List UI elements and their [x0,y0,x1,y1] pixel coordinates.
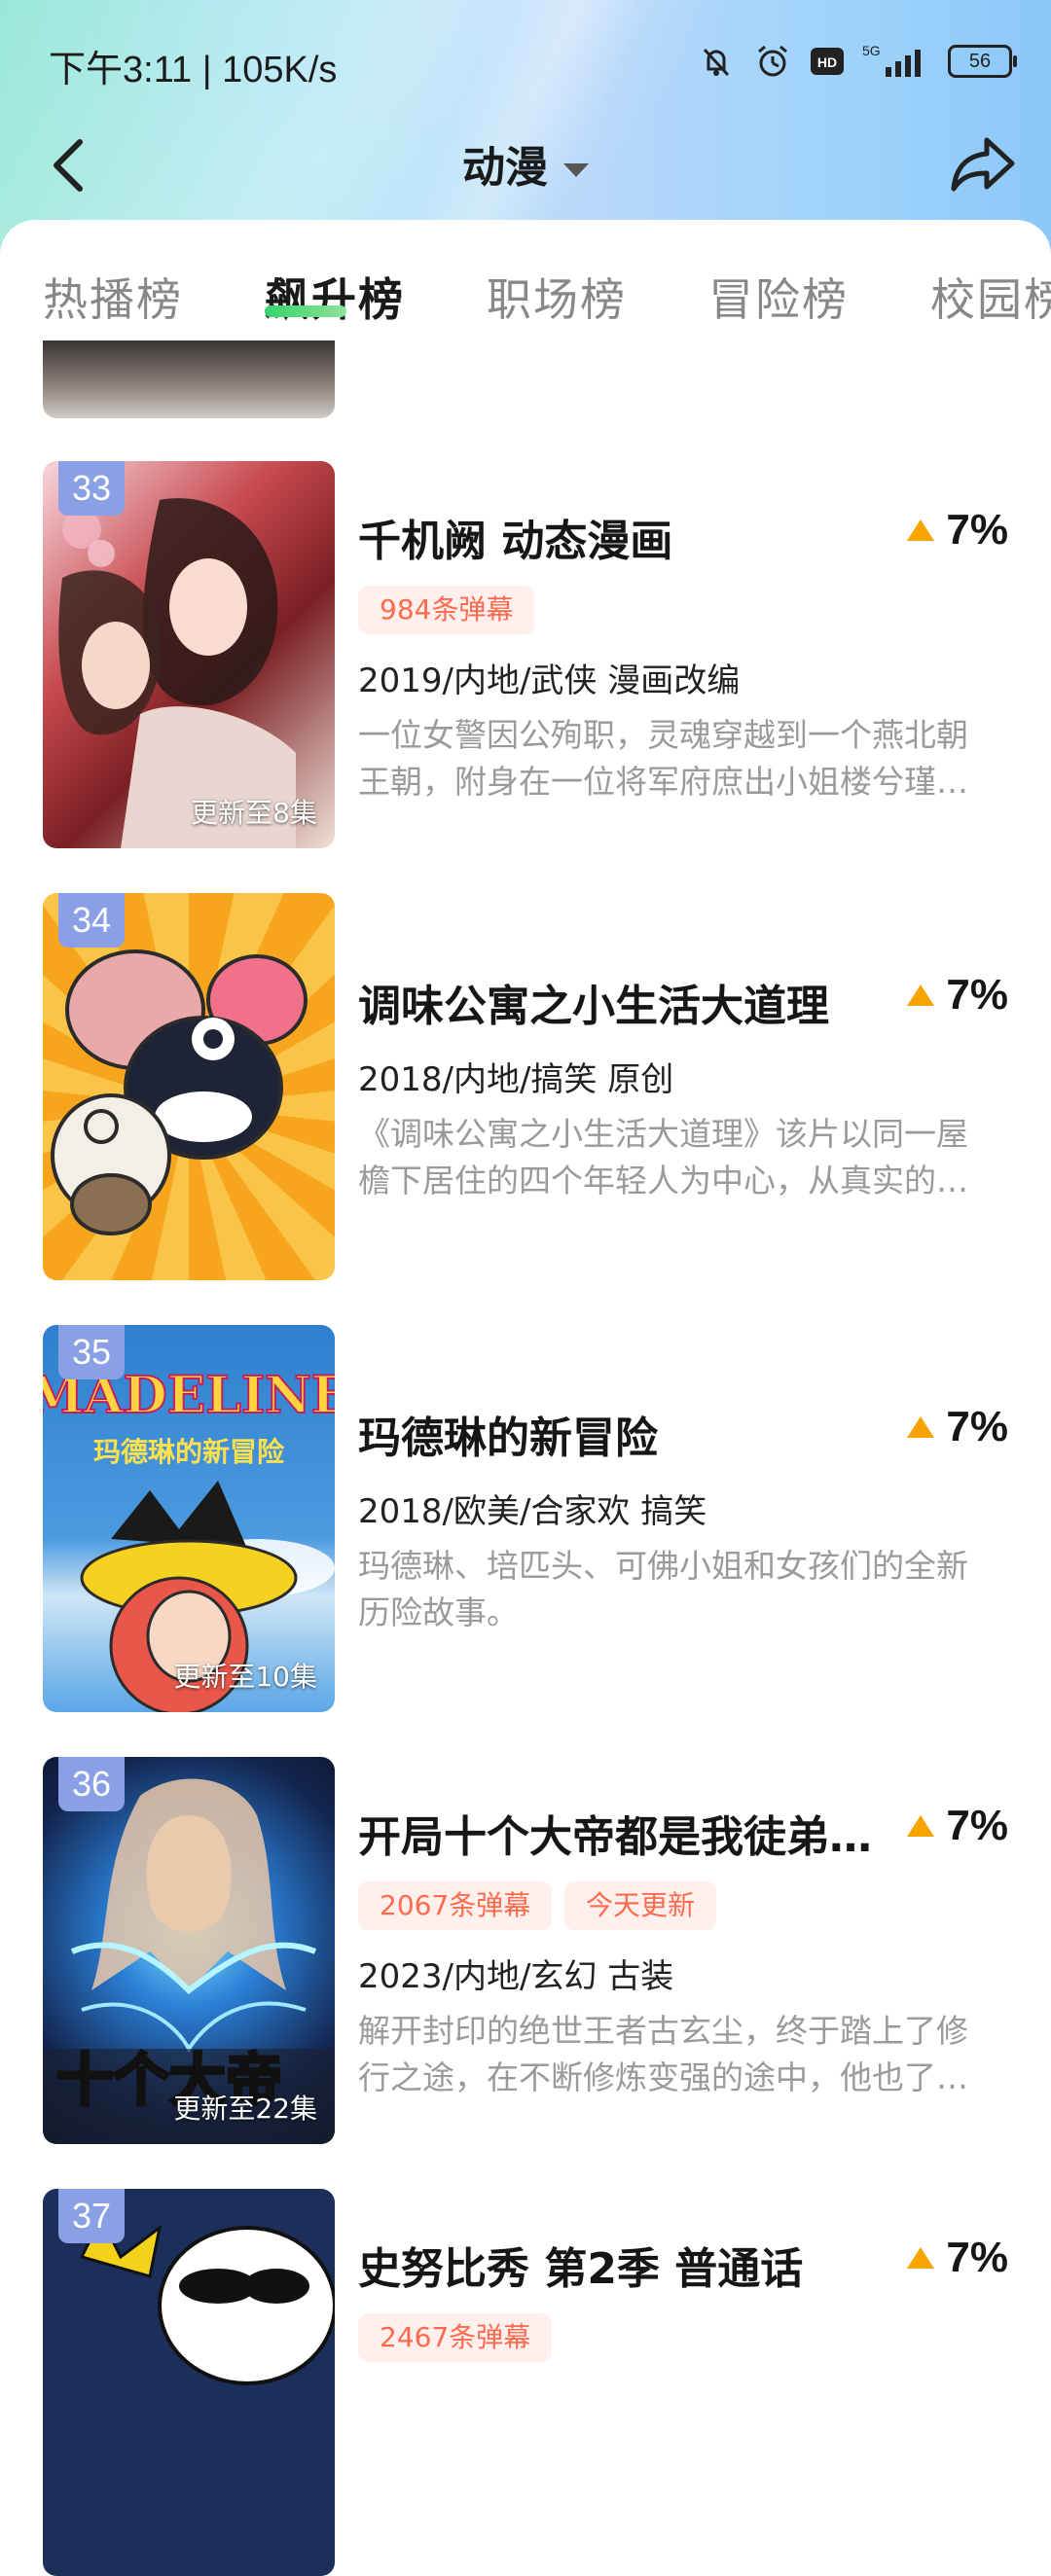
description-line: 一位女警因公殉职，灵魂穿越到一个燕北朝 [358,716,968,754]
previous-item-cover[interactable] [43,340,335,418]
share-icon [951,137,1015,192]
description-line: 玛德琳、培匹头、可佛小姐和女孩们的全新 [358,1547,968,1585]
trend-indicator: 7% [907,971,1008,1020]
trend-up-icon [907,984,935,1006]
trend-value: 7% [946,1403,1008,1450]
item-title: 史努比秀 第2季 普通话 [358,2244,804,2294]
item-description: 解开封印的绝世王者古玄尘，终于踏上了修 行之途，在不断修炼变强的途中，他也了… [358,2008,1008,2101]
item-meta: 2019/内地/武侠 漫画改编 [358,662,741,700]
trend-up-icon [907,519,935,541]
trend-up-icon [907,2247,935,2269]
item-meta: 2023/内地/玄幻 古装 [358,1957,674,1996]
tab-adventure[interactable]: 冒险榜 [708,265,849,329]
trend-indicator: 7% [907,506,1008,555]
rank-badge: 36 [58,1757,125,1811]
active-tab-indicator [265,305,346,317]
item-description: 一位女警因公殉职，灵魂穿越到一个燕北朝 王朝，附身在一位将军府庶出小姐楼兮瑾… [358,712,1008,805]
description-line: 王朝，附身在一位将军府庶出小姐楼兮瑾… [358,763,968,801]
ranking-tabs: 热播榜 飙升榜 职场榜 冒险榜 校园榜 [0,220,1051,346]
trend-up-icon [907,1815,935,1837]
rank-badge: 35 [58,1325,125,1379]
trend-value: 7% [946,971,1008,1019]
top-navigation: 动漫 [0,117,1051,224]
item-description: 《调味公寓之小生活大道理》该片以同一屋 檐下居住的四个年轻人为中心，从真实的… [358,1111,1008,1204]
item-title: 开局十个大帝都是我徒弟… [358,1812,872,1862]
rank-badge: 37 [58,2189,125,2243]
battery-icon: 56 [948,45,1017,78]
rank-badge: 33 [58,461,125,516]
item-title: 千机阙 动态漫画 [358,517,673,566]
cover-image: 十个大帝 36 更新至22集 [43,1757,335,2144]
share-button[interactable] [944,126,1022,204]
danmaku-badge: 984条弹幕 [358,586,535,634]
trend-indicator: 7% [907,1802,1008,1850]
trend-value: 7% [946,506,1008,554]
trend-value: 7% [946,2234,1008,2281]
trend-up-icon [907,1416,935,1438]
cover-art-illustration [58,498,296,848]
item-title: 玛德琳的新冒险 [358,1413,658,1463]
signal-icon: 5G [862,42,930,81]
update-status: 更新至8集 [191,797,317,829]
trend-value: 7% [946,1802,1008,1849]
tab-workplace[interactable]: 职场榜 [487,265,627,329]
description-line: 解开封印的绝世王者古玄尘，终于踏上了修 [358,2012,968,2050]
description-line: 行之途，在不断修炼变强的途中，他也了… [358,2058,968,2096]
tab-campus[interactable]: 校园榜 [930,265,1051,329]
description-line: 檐下居住的四个年轻人为中心，从真实的… [358,1162,968,1199]
caret-down-icon [563,163,589,177]
item-meta: 2018/内地/搞笑 原创 [358,1060,674,1099]
description-line: 历险故事。 [358,1593,519,1631]
tabs-card: 热播榜 飙升榜 职场榜 冒险榜 校园榜 [0,220,1051,346]
cover-image: 34 [43,893,335,1280]
cover-art-illustration [79,2214,335,2385]
trend-indicator: 7% [907,1403,1008,1451]
description-line: 《调味公寓之小生活大道理》该片以同一屋 [358,1115,968,1153]
svg-text:HD: HD [817,54,837,70]
trend-indicator: 7% [907,2234,1008,2282]
rank-badge: 34 [58,893,125,948]
item-description: 玛德琳、培匹头、可佛小姐和女孩们的全新 历险故事。 [358,1543,1008,1636]
svg-text:玛德琳的新冒险: 玛德琳的新冒险 [93,1436,285,1468]
cover-image: 33 更新至8集 [43,461,335,848]
cover-art-illustration: 十个大帝 [43,1778,335,2144]
alarm-icon [753,42,792,81]
update-status: 更新至10集 [173,1661,317,1693]
status-time: 下午3:11 | 105K/s [49,50,338,90]
status-bar: 下午3:11 | 105K/s HD 5G 56 [0,0,1051,117]
cover-art-illustration: MADELINE 玛德琳的新冒险 [43,1365,335,1712]
today-update-badge: 今天更新 [564,1881,717,1930]
svg-text:5G: 5G [862,43,881,58]
tab-rising[interactable]: 飙升榜 [265,265,405,329]
hd-icon: HD [810,47,845,76]
danmaku-badge: 2467条弹幕 [358,2313,553,2362]
danmaku-badge: 2067条弹幕 [358,1881,553,1930]
item-title: 调味公寓之小生活大道理 [358,982,829,1031]
cover-image: MADELINE 玛德琳的新冒险 35 更新至10集 [43,1325,335,1712]
mute-icon [697,42,736,81]
cover-image: 37 [43,2189,335,2576]
tab-hot[interactable]: 热播榜 [43,265,183,329]
update-status: 更新至22集 [173,2093,317,2125]
item-meta: 2018/欧美/合家欢 搞笑 [358,1492,707,1531]
cover-art-illustration [51,949,308,1235]
status-icons: HD 5G 56 [697,37,1017,86]
page-title: 动漫 [462,143,548,193]
category-selector[interactable]: 动漫 [0,132,1051,195]
